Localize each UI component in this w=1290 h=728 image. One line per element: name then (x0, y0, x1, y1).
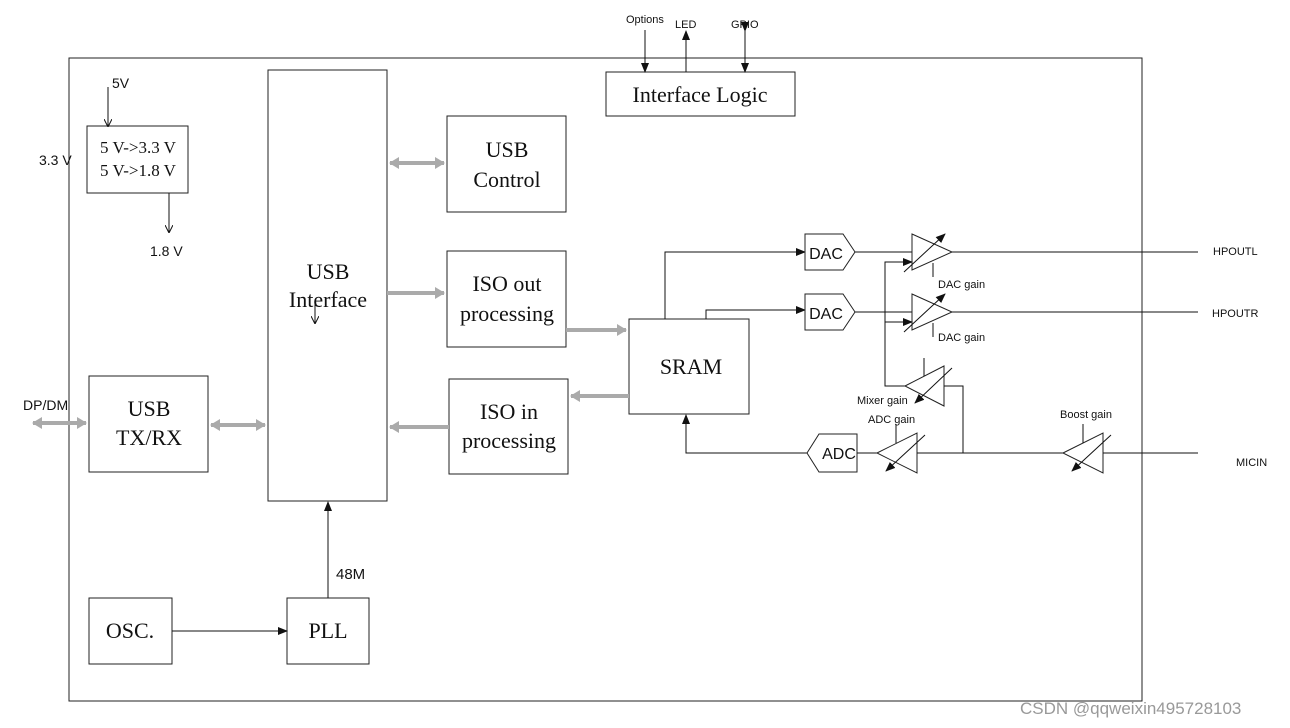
pll-label: PLL (308, 618, 347, 643)
label-1-8v: 1.8 V (150, 243, 183, 259)
regulator-line2: 5 V->1.8 V (100, 161, 177, 180)
usb-txrx-line2: TX/RX (116, 425, 182, 450)
pll-block: PLL (286, 597, 370, 665)
label-48m: 48M (336, 566, 365, 583)
usb-txrx-block: USB TX/RX (88, 375, 209, 473)
label-hpoutr: HPOUTR (1212, 308, 1259, 320)
label-dac-gain-1: DAC gain (938, 279, 985, 291)
label-options: Options (626, 14, 664, 26)
label-dac-gain-2: DAC gain (938, 332, 985, 344)
label-micin: MICIN (1236, 457, 1267, 469)
label-adc-gain: ADC gain (868, 414, 915, 426)
regulator-block: 5 V->3.3 V 5 V->1.8 V (86, 125, 189, 194)
usb-control-line1: USB (486, 137, 529, 162)
usb-control-line2: Control (473, 167, 540, 192)
usb-interface-line1: USB (307, 259, 350, 284)
iso-out-line2: processing (460, 301, 554, 326)
label-mixer-gain: Mixer gain (857, 395, 908, 407)
label-5v: 5V (112, 75, 130, 91)
usb-interface-block: USB Interface (267, 69, 388, 502)
label-gpio: GPIO (731, 19, 759, 31)
watermark: CSDN @qqweixin495728103 (1020, 699, 1241, 718)
iso-in-line1: ISO in (480, 399, 538, 424)
label-led: LED (675, 19, 696, 31)
usb-txrx-line1: USB (128, 396, 171, 421)
sram-label: SRAM (660, 354, 722, 379)
osc-block: OSC. (88, 597, 173, 665)
osc-label: OSC. (106, 618, 154, 643)
iso-in-block: ISO in processing (448, 378, 569, 475)
iso-in-line2: processing (462, 428, 556, 453)
chip-boundary (68, 57, 1143, 702)
adc-label: ADC (822, 446, 856, 463)
dac2-label: DAC (809, 306, 843, 323)
regulator-line1: 5 V->3.3 V (100, 138, 177, 157)
usb-interface-line2: Interface (289, 287, 367, 312)
iso-out-line1: ISO out (472, 271, 541, 296)
block-diagram: 5 V->3.3 V 5 V->1.8 V 5V 3.3 V 1.8 V USB… (23, 14, 1267, 718)
label-boost-gain: Boost gain (1060, 409, 1112, 421)
sram-block: SRAM (628, 318, 750, 415)
iso-out-block: ISO out processing (446, 250, 567, 348)
interface-logic-label: Interface Logic (633, 82, 768, 107)
label-3-3v: 3.3 V (39, 152, 72, 168)
interface-logic-block: Interface Logic (605, 71, 796, 117)
dac1-label: DAC (809, 246, 843, 263)
label-hpoutl: HPOUTL (1213, 246, 1258, 258)
usb-control-block: USB Control (446, 115, 567, 213)
label-dp-dm: DP/DM (23, 397, 68, 413)
